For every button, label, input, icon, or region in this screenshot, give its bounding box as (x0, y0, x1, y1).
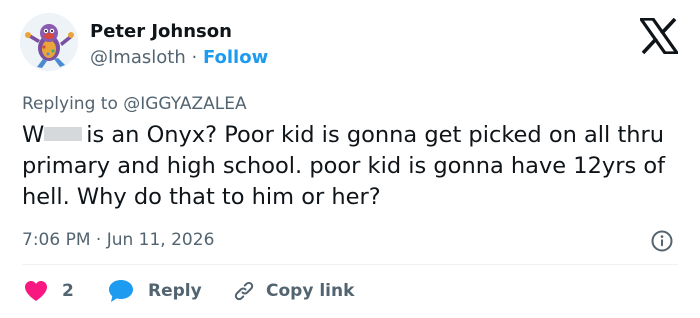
copy-link-button[interactable]: Copy link (232, 277, 354, 305)
x-logo-icon[interactable] (637, 17, 681, 55)
author-name[interactable]: Peter Johnson (90, 20, 232, 44)
like-button[interactable]: 2 (24, 277, 74, 305)
tweet-card: Peter Johnson @Imasloth · Follow Replyin… (0, 0, 700, 318)
tweet-text-start: W (22, 122, 45, 148)
tweet-text-body: is an Onyx? Poor kid is gonna get picked… (22, 122, 666, 210)
link-icon (234, 281, 254, 301)
redaction-block (44, 127, 83, 141)
separator-dot: · (191, 47, 198, 68)
speech-bubble-icon (109, 280, 133, 302)
tweet-text: Wis an Onyx? Poor kid is gonna get picke… (22, 120, 687, 213)
copy-link-label: Copy link (266, 281, 355, 301)
replying-to: Replying to @IGGYAZALEA (22, 92, 247, 116)
replying-to-label: Replying to (22, 94, 118, 114)
like-count: 2 (62, 281, 74, 301)
reply-target-handle[interactable]: @IGGYAZALEA (123, 94, 246, 114)
author-line: @Imasloth · Follow (90, 46, 268, 70)
avatar[interactable] (20, 13, 78, 71)
reply-label: Reply (148, 281, 202, 301)
follow-button[interactable]: Follow (203, 47, 268, 68)
avatar-image (20, 13, 78, 71)
info-icon[interactable] (650, 229, 674, 253)
reply-button[interactable]: Reply (108, 277, 202, 305)
heart-icon (25, 281, 47, 301)
divider (22, 264, 678, 265)
author-handle[interactable]: @Imasloth (90, 47, 186, 68)
tweet-timestamp[interactable]: 7:06 PM · Jun 11, 2026 (22, 228, 214, 252)
